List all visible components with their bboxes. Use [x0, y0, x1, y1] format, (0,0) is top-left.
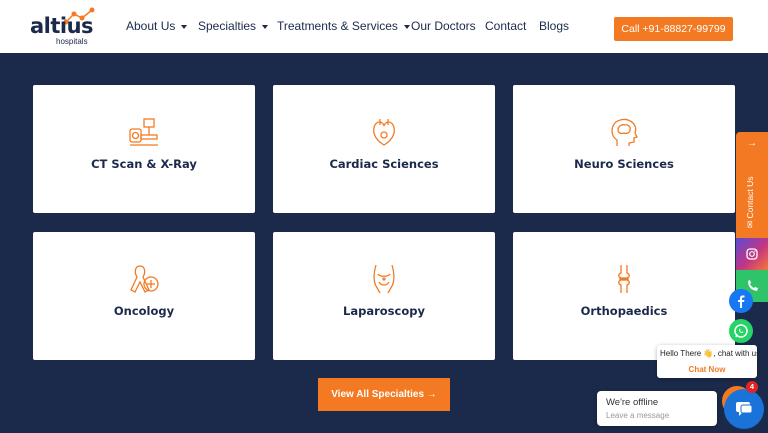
- email-icon: ✉: [745, 218, 755, 228]
- specialty-card-orthopaedics[interactable]: Orthopaedics: [513, 232, 735, 360]
- view-all-specialties-button[interactable]: View All Specialties →: [318, 378, 450, 411]
- chat-greeting-bubble: Hello There 👋, chat with us Chat Now: [657, 345, 761, 378]
- notification-badge: 4: [746, 381, 758, 393]
- offline-message-box[interactable]: We're offline Leave a message: [597, 391, 717, 426]
- specialty-card-ct-scan[interactable]: CT Scan & X-Ray: [33, 85, 255, 213]
- arrow-right-icon: →: [426, 389, 437, 400]
- call-button[interactable]: Call +91-88827-99799: [614, 17, 733, 41]
- nav-contact-label: Contact: [485, 19, 527, 33]
- specialty-card-neuro[interactable]: Neuro Sciences: [513, 85, 735, 213]
- specialty-label: Neuro Sciences: [574, 157, 674, 171]
- specialty-card-cardiac[interactable]: Cardiac Sciences: [273, 85, 495, 213]
- bone-joint-icon: [618, 265, 630, 293]
- specialty-label: Laparoscopy: [343, 304, 425, 318]
- nav-about-us[interactable]: About Us: [126, 19, 188, 34]
- abdomen-icon: [373, 264, 395, 294]
- whatsapp-button[interactable]: [729, 319, 753, 343]
- offline-title: We're offline: [606, 397, 659, 408]
- specialty-label: Oncology: [113, 304, 175, 318]
- specialty-card-laparoscopy[interactable]: Laparoscopy: [273, 232, 495, 360]
- chat-now-link[interactable]: Chat Now: [657, 365, 757, 374]
- specialty-label: CT Scan & X-Ray: [91, 157, 197, 171]
- nav-about-us-label: About Us: [126, 19, 176, 33]
- chevron-down-icon: [262, 24, 269, 29]
- specialty-label: Cardiac Sciences: [329, 157, 439, 171]
- chat-hello-text: Hello There 👋, chat with us: [660, 349, 761, 358]
- facebook-icon: [738, 295, 745, 308]
- logo-name: altius: [30, 14, 94, 38]
- ct-scanner-icon: [129, 118, 158, 146]
- altius-logo[interactable]: altius hospitals: [30, 6, 100, 48]
- contact-us-side-tab[interactable]: → ✉ Contact Us: [736, 132, 768, 238]
- nav-blogs[interactable]: Blogs: [539, 19, 569, 34]
- chat-icon: [736, 402, 753, 416]
- chevron-down-icon: [403, 24, 410, 29]
- cancer-ribbon-icon: [130, 265, 159, 293]
- specialty-label: Orthopaedics: [580, 304, 668, 318]
- contact-us-label: ✉ Contact Us: [745, 148, 756, 228]
- nav-our-doctors-label: Our Doctors: [411, 19, 476, 33]
- brain-head-icon: [611, 118, 638, 146]
- nav-our-doctors[interactable]: Our Doctors: [411, 19, 476, 34]
- view-all-label: View All Specialties: [331, 389, 425, 400]
- offline-subtitle: Leave a message: [606, 411, 670, 420]
- instagram-button[interactable]: [736, 238, 768, 270]
- nav-treatments-services[interactable]: Treatments & Services: [277, 19, 410, 34]
- logo-subtitle: hospitals: [56, 37, 88, 46]
- nav-specialties-label: Specialties: [198, 19, 257, 33]
- nav-treatments-label: Treatments & Services: [277, 19, 398, 33]
- whatsapp-icon: [734, 324, 748, 338]
- chat-launcher-button[interactable]: [724, 389, 764, 429]
- specialty-card-oncology[interactable]: Oncology: [33, 232, 255, 360]
- contact-us-text: Contact Us: [745, 176, 755, 219]
- nav-contact[interactable]: Contact: [485, 19, 526, 34]
- chevron-down-icon: [181, 24, 188, 29]
- nav-specialties[interactable]: Specialties: [198, 19, 269, 34]
- nav-blogs-label: Blogs: [539, 19, 570, 33]
- section-heading-fragment: [370, 49, 376, 53]
- instagram-icon: [746, 248, 758, 260]
- heart-icon: [373, 119, 395, 146]
- site-header: altius hospitals About Us Specialties Tr…: [0, 0, 768, 53]
- facebook-button[interactable]: [729, 289, 753, 313]
